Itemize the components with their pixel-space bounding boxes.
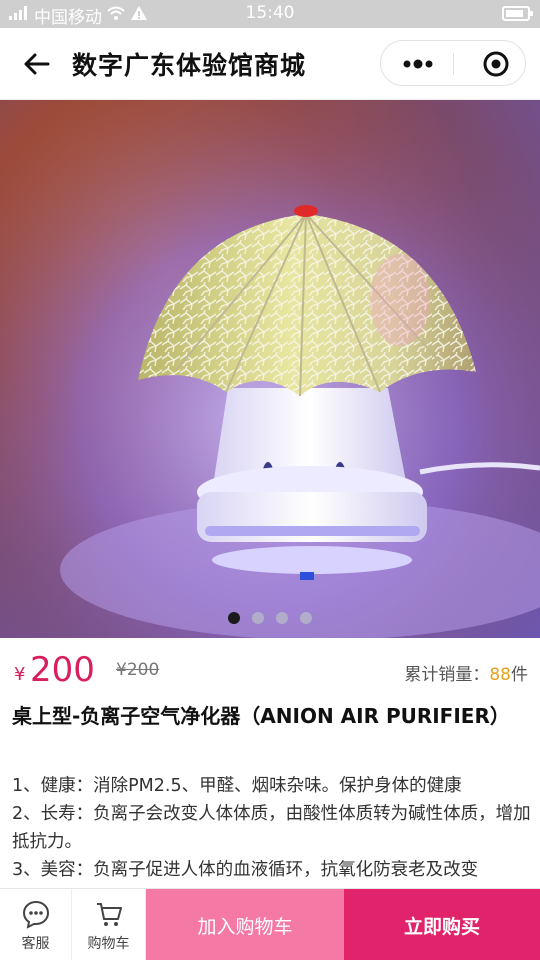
sales-label: 累计销量：: [404, 665, 490, 685]
back-button[interactable]: [18, 46, 54, 82]
arrow-left-icon: [24, 53, 50, 75]
currency-symbol: ¥: [14, 664, 26, 685]
product-description: 1、健康：消除PM2.5、甲醛、烟味杂味。保护身体的健康 2、长寿：负离子会改变…: [12, 772, 532, 884]
status-time: 15:40: [245, 3, 295, 23]
page-title: 数字广东体验馆商城: [72, 51, 307, 80]
close-button[interactable]: [481, 49, 511, 79]
customer-service-button[interactable]: 客服: [0, 889, 72, 960]
bottom-action-bar: 客服 购物车 加入购物车 立即购买: [0, 888, 540, 960]
cart-label: 购物车: [87, 936, 130, 952]
carousel-dot[interactable]: [228, 612, 240, 624]
description-line: 2、长寿：负离子会改变人体体质，由酸性体质转为碱性体质，增加抵抗力。: [12, 804, 531, 852]
customer-service-label: 客服: [21, 936, 50, 952]
sales-unit: 件: [511, 665, 528, 685]
carousel-indicators: [0, 612, 540, 624]
cart-button[interactable]: 购物车: [72, 889, 146, 960]
carousel-dot[interactable]: [252, 612, 264, 624]
more-dots-icon: [403, 59, 433, 69]
sales-number: 88: [489, 665, 511, 685]
sales-count: 累计销量：88件: [404, 660, 528, 685]
nav-bar: 数字广东体验馆商城: [0, 28, 540, 100]
original-price: ¥200: [116, 660, 160, 680]
description-line: 3、美容：负离子促进人体的血液循环，抗氧化防衰老及改变: [12, 860, 479, 880]
product-photo: [0, 100, 540, 638]
product-image-carousel[interactable]: [0, 100, 540, 638]
status-bar: 中国移动 15:40: [0, 0, 540, 28]
buy-now-button[interactable]: 立即购买: [344, 889, 540, 960]
product-title: 桌上型-负离子空气净化器（ANION AIR PURIFIER）: [12, 704, 510, 728]
chat-bubble-icon: [22, 900, 49, 929]
carousel-dot[interactable]: [276, 612, 288, 624]
carousel-dot[interactable]: [300, 612, 312, 624]
capsule-divider: [453, 53, 454, 75]
battery-icon: [502, 6, 533, 21]
status-right: [502, 6, 533, 21]
price-row: ¥ 200 ¥200 累计销量：88件: [0, 648, 540, 692]
description-line: 1、健康：消除PM2.5、甲醛、烟味杂味。保护身体的健康: [12, 776, 462, 796]
shopping-cart-icon: [96, 903, 122, 926]
mini-program-capsule: [380, 40, 526, 86]
more-button[interactable]: [393, 49, 443, 79]
current-price: 200: [30, 650, 95, 690]
add-to-cart-button[interactable]: 加入购物车: [146, 889, 344, 960]
target-close-icon: [483, 51, 509, 77]
